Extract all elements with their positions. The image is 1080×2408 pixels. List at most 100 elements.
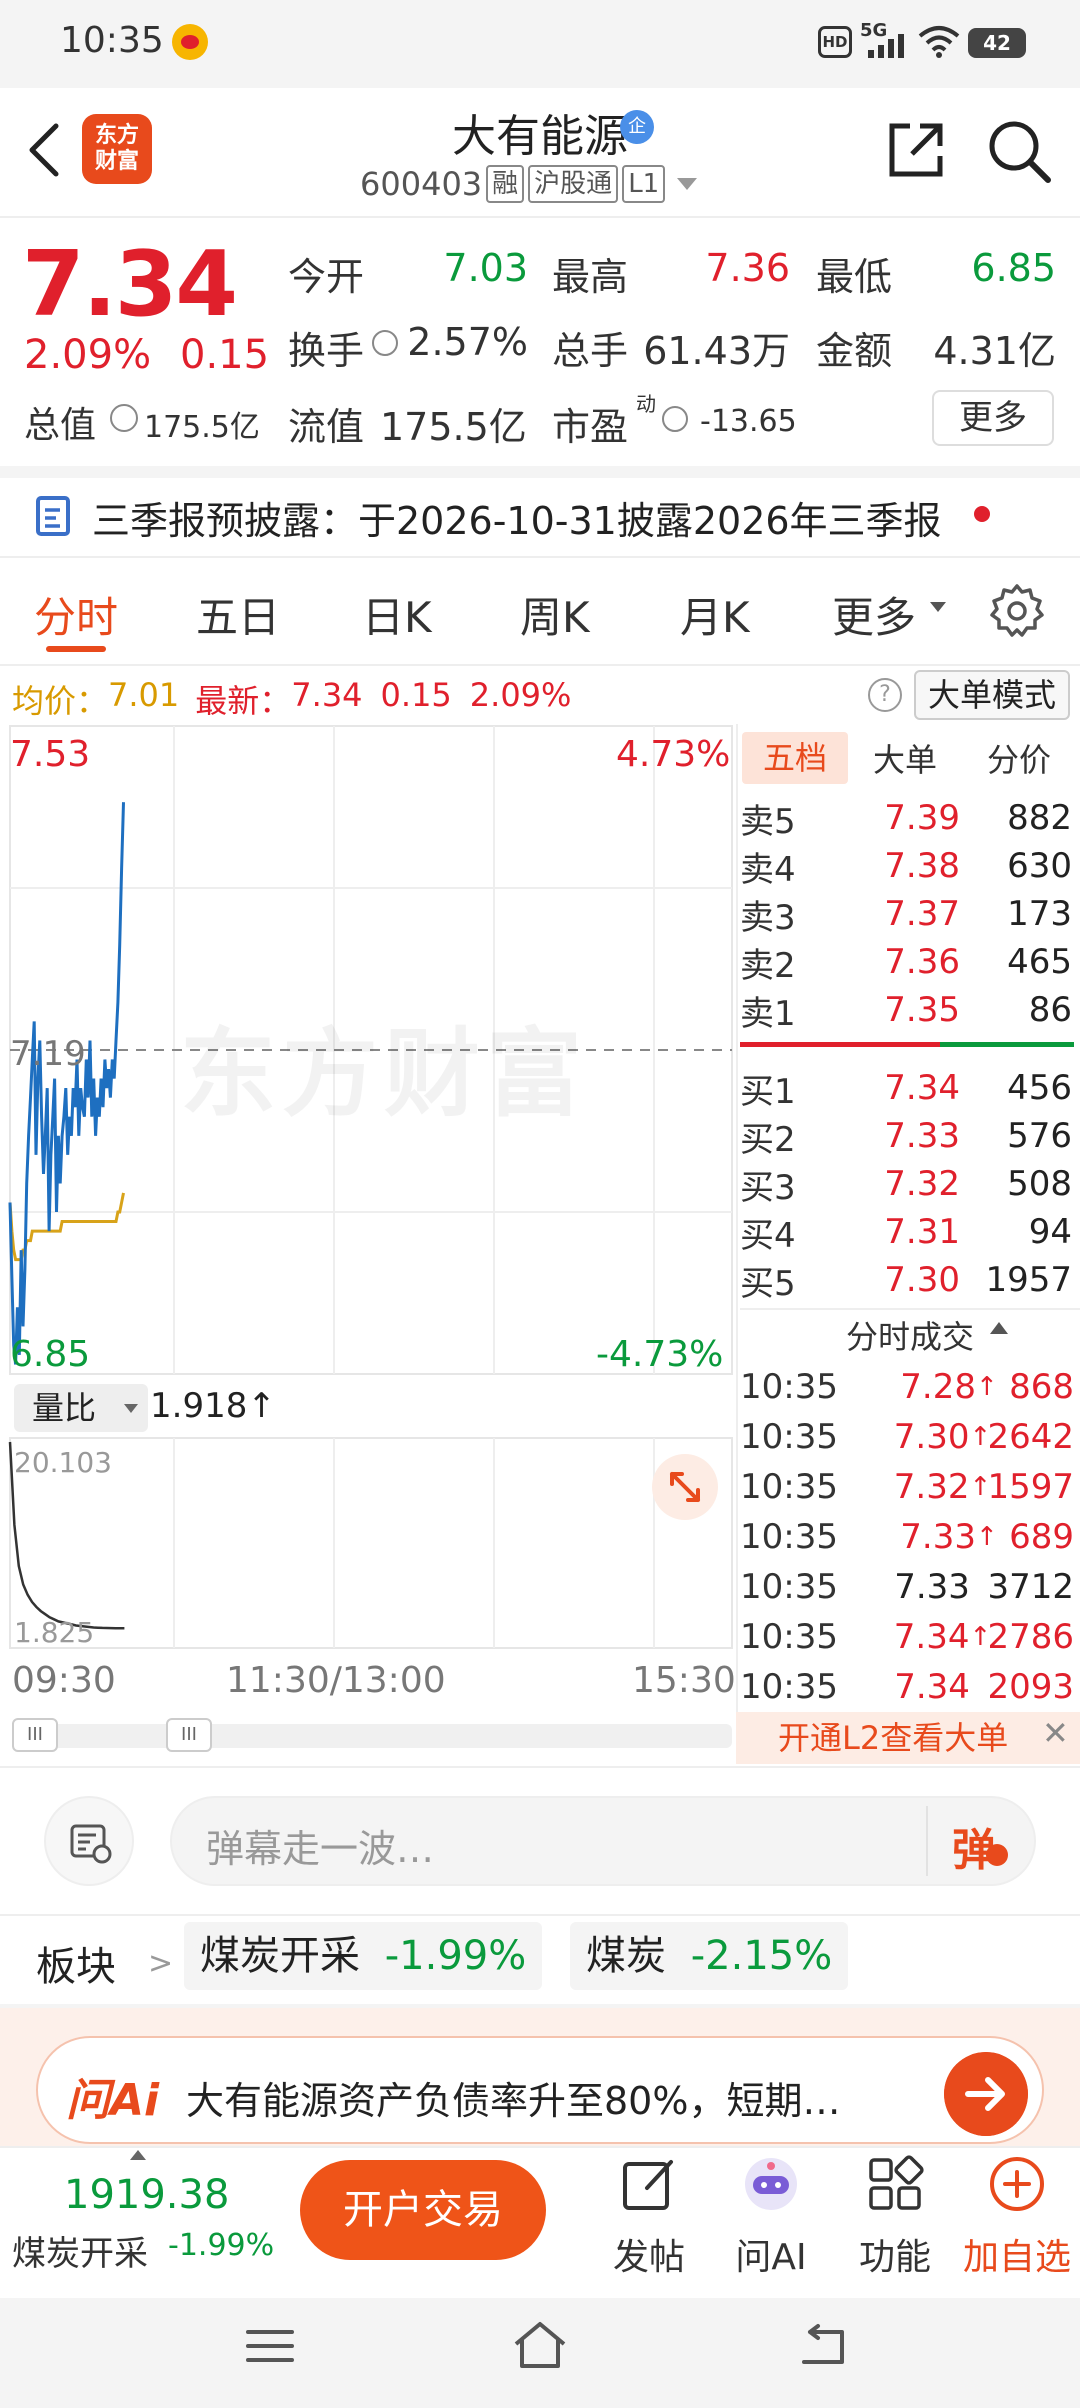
announcement-text[interactable]: 三季报预披露：于2026-10-31披露2026年三季报 (92, 490, 942, 545)
home-icon[interactable] (510, 2318, 570, 2372)
trade-volume: 689 (1009, 1517, 1074, 1557)
trade-time: 10:35 (740, 1617, 838, 1657)
pe-dynamic-tag: 动 (636, 392, 656, 416)
l2-upgrade-banner[interactable]: 开通L2查看大单 (736, 1712, 1080, 1764)
trade-time: 10:35 (740, 1667, 838, 1707)
avg-price-line: 均价： 7.01 最新： 7.34 0.15 2.09% (12, 676, 571, 722)
wifi-icon (918, 26, 960, 58)
level-volume: 456 (1007, 1068, 1072, 1108)
mktcap-value: 175.5亿 (144, 410, 260, 445)
status-time: 10:35 (60, 20, 164, 61)
latest-label: 最新： (195, 682, 292, 720)
info-icon[interactable] (372, 330, 398, 356)
chevron-right-icon: > (148, 1946, 174, 1981)
open-label: 今开 (288, 255, 365, 299)
watermark: 东方财富 (180, 1018, 588, 1130)
gear-icon[interactable] (988, 582, 1046, 640)
sector-name: 煤炭开采 (200, 1933, 360, 1979)
sector-chip-coal-mining[interactable]: 煤炭开采 -1.99% (184, 1922, 543, 1990)
tab-five-levels[interactable]: 五档 (742, 732, 848, 784)
plus-circle-icon (990, 2157, 1044, 2211)
sector-index-name[interactable]: 煤炭开采 (12, 2226, 148, 2275)
sector-chip-coal[interactable]: 煤炭 -2.15% (570, 1922, 849, 1990)
amount-value: 4.31亿 (933, 329, 1056, 373)
battery-icon: 42 (968, 28, 1026, 58)
nav-ask-ai[interactable]: 问AI (716, 2154, 826, 2280)
sector-name: 煤炭 (586, 1933, 666, 1979)
level-price: 7.31 (884, 1212, 960, 1252)
scroll-handle-left[interactable]: III (12, 1718, 58, 1752)
sector-label[interactable]: 板块 (36, 1934, 116, 1992)
close-icon[interactable]: ✕ (1042, 1714, 1069, 1752)
price-series (8, 802, 125, 1365)
trades-title[interactable]: 分时成交 (740, 1312, 1080, 1358)
divider (0, 466, 1080, 478)
change-amount: 0.15 (180, 332, 270, 378)
nav-label: 功能 (858, 2237, 931, 2278)
divider (736, 724, 738, 1764)
level-volume: 508 (1007, 1164, 1072, 1204)
hd-icon: HD (818, 26, 852, 58)
share-icon[interactable] (884, 118, 948, 182)
trade-volume: 2093 (987, 1667, 1074, 1707)
enterprise-badge: 企 (620, 110, 654, 144)
level-volume: 465 (1007, 942, 1072, 982)
danmu-settings-button[interactable] (44, 1796, 134, 1886)
help-icon[interactable]: ? (868, 678, 902, 712)
chevron-up-icon[interactable] (130, 2150, 146, 2160)
back-nav-icon[interactable] (796, 2322, 852, 2370)
tab-daily-k[interactable]: 日K (362, 584, 432, 645)
open-account-trade-button[interactable]: 开户交易 (300, 2160, 546, 2260)
level-tag: L1 (622, 165, 666, 203)
menu-icon[interactable] (244, 2324, 296, 2368)
tab-weekly-k[interactable]: 周K (520, 584, 590, 645)
tab-intraday[interactable]: 分时 (34, 584, 118, 645)
trade-price: 7.28 (900, 1367, 976, 1407)
y-axis-min: 6.85 (10, 1334, 91, 1375)
tab-more[interactable]: 更多 (832, 584, 916, 645)
intraday-chart[interactable] (0, 724, 736, 1764)
level-label: 买2 (740, 1119, 796, 1160)
arrow-right-icon[interactable] (944, 2052, 1028, 2136)
tab-price-distribution[interactable]: 分价 (962, 735, 1076, 781)
time-start: 09:30 (12, 1660, 116, 1701)
change-percent: 2.09% (24, 332, 152, 378)
float-value: 175.5亿 (380, 405, 527, 449)
scroll-handle-right[interactable]: III (166, 1718, 212, 1752)
trade-row: 10:35 7.33 3712 (740, 1562, 1074, 1612)
level-label: 买5 (740, 1263, 796, 1304)
nav-post[interactable]: 发帖 (594, 2154, 704, 2280)
info-icon[interactable] (662, 406, 688, 432)
trade-price: 7.34 (893, 1617, 970, 1657)
tab-monthly-k[interactable]: 月K (680, 584, 750, 645)
expand-icon[interactable] (652, 1454, 718, 1520)
stock-code: 600403 (360, 165, 483, 203)
nav-functions[interactable]: 功能 (840, 2154, 950, 2280)
tab-big-orders[interactable]: 大单 (848, 735, 962, 781)
nav-add-watchlist[interactable]: 加自选 (962, 2154, 1072, 2280)
level-volume: 86 (1028, 990, 1072, 1030)
level-label: 卖1 (740, 993, 796, 1034)
sell-pressure-bar (740, 1042, 940, 1047)
ai-logo: 问Ai (66, 2075, 160, 2126)
order-book-tabs: 五档 大单 分价 (740, 730, 1080, 786)
info-icon[interactable] (110, 404, 138, 432)
time-end: 15:30 (632, 1660, 736, 1701)
big-order-mode-button[interactable]: 大单模式 (914, 670, 1070, 720)
search-icon[interactable] (986, 118, 1052, 184)
trade-volume: 1597 (987, 1467, 1074, 1507)
open-value: 7.03 (443, 246, 528, 290)
time-scroll-track[interactable] (12, 1724, 732, 1748)
low-label: 最低 (816, 255, 893, 299)
sector-index-value[interactable]: 1919.38 (64, 2172, 229, 2218)
tab-5day[interactable]: 五日 (196, 584, 280, 645)
more-button[interactable]: 更多 (932, 390, 1054, 446)
buy-level-2: 买2 7.33 576 (740, 1112, 1072, 1160)
high-value: 7.36 (705, 246, 790, 290)
divider (926, 1806, 928, 1876)
level-label: 买3 (740, 1167, 796, 1208)
level-label: 卖3 (740, 897, 796, 938)
stock-code-row[interactable]: 600403 融 沪股通 L1 (360, 162, 698, 206)
level-label: 卖5 (740, 801, 796, 842)
trade-time: 10:35 (740, 1567, 838, 1607)
